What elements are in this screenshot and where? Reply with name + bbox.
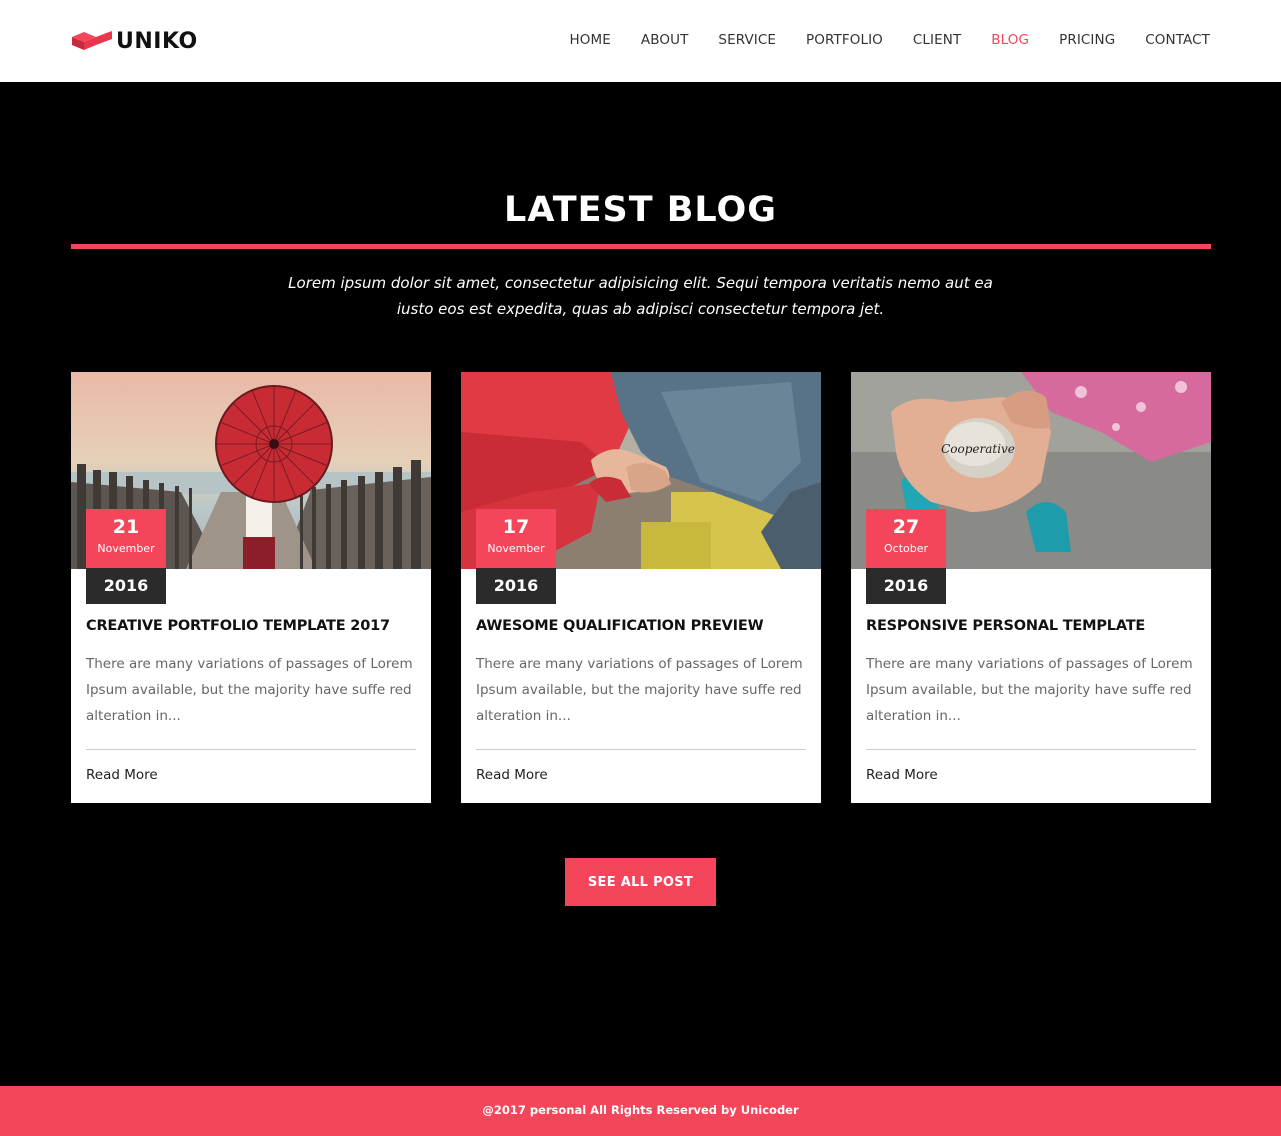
main-nav: HOME ABOUT SERVICE PORTFOLIO CLIENT BLOG…: [540, 31, 1210, 49]
date-badge: 21 November: [86, 509, 166, 568]
copyright-text: @2017 personal All Rights Reserved by Un…: [482, 1103, 799, 1117]
date-day: 21: [112, 516, 140, 538]
site-header: UNIKO HOME ABOUT SERVICE PORTFOLIO CLIEN…: [0, 0, 1281, 82]
date-month: November: [97, 542, 155, 555]
blog-card: 21 November 2016 CREATIVE PORTFOLIO TEMP…: [71, 372, 431, 803]
date-badge: 27 October: [866, 509, 946, 568]
nav-item-home[interactable]: HOME: [570, 31, 611, 49]
svg-text:Cooperative: Cooperative: [941, 442, 1015, 456]
read-more-link[interactable]: Read More: [866, 767, 938, 783]
divider: [476, 749, 806, 750]
date-year: 2016: [86, 568, 166, 604]
logo-mark-icon: [72, 31, 112, 50]
nav-item-pricing[interactable]: PRICING: [1059, 31, 1115, 49]
blog-card: 17 November 2016 AWESOME QUALIFICATION P…: [461, 372, 821, 803]
nav-item-client[interactable]: CLIENT: [913, 31, 961, 49]
blog-card-excerpt: There are many variations of passages of…: [476, 656, 803, 724]
nav-item-about[interactable]: ABOUT: [641, 31, 689, 49]
blog-card-excerpt: There are many variations of passages of…: [86, 656, 413, 724]
section-description: Lorem ipsum dolor sit amet, consectetur …: [288, 274, 993, 318]
date-badge: 17 November: [476, 509, 556, 568]
nav-item-service[interactable]: SERVICE: [718, 31, 776, 49]
site-footer: @2017 personal All Rights Reserved by Un…: [0, 1086, 1281, 1136]
blog-card-excerpt: There are many variations of passages of…: [866, 656, 1193, 724]
read-more-link[interactable]: Read More: [86, 767, 158, 783]
see-all-post-button[interactable]: SEE ALL POST: [565, 858, 716, 906]
divider: [866, 749, 1196, 750]
section-title: LATEST BLOG: [504, 190, 777, 230]
logo[interactable]: UNIKO: [72, 28, 198, 54]
blog-card: Cooperative 27 October 2016 RESPONSIVE P…: [851, 372, 1211, 803]
date-day: 27: [892, 516, 920, 538]
nav-item-portfolio[interactable]: PORTFOLIO: [806, 31, 883, 49]
blog-card-title[interactable]: RESPONSIVE PERSONAL TEMPLATE: [866, 618, 1206, 634]
nav-item-blog[interactable]: BLOG: [991, 31, 1029, 49]
date-month: October: [883, 542, 929, 555]
divider: [86, 749, 416, 750]
blog-card-title[interactable]: AWESOME QUALIFICATION PREVIEW: [476, 618, 816, 634]
nav-item-contact[interactable]: CONTACT: [1145, 31, 1210, 49]
title-underline: [71, 244, 1211, 249]
date-year: 2016: [476, 568, 556, 604]
date-month: November: [487, 542, 545, 555]
read-more-link[interactable]: Read More: [476, 767, 548, 783]
date-year: 2016: [866, 568, 946, 604]
date-day: 17: [502, 516, 530, 538]
logo-text: UNIKO: [116, 28, 198, 54]
blog-card-title[interactable]: CREATIVE PORTFOLIO TEMPLATE 2017: [86, 618, 426, 634]
